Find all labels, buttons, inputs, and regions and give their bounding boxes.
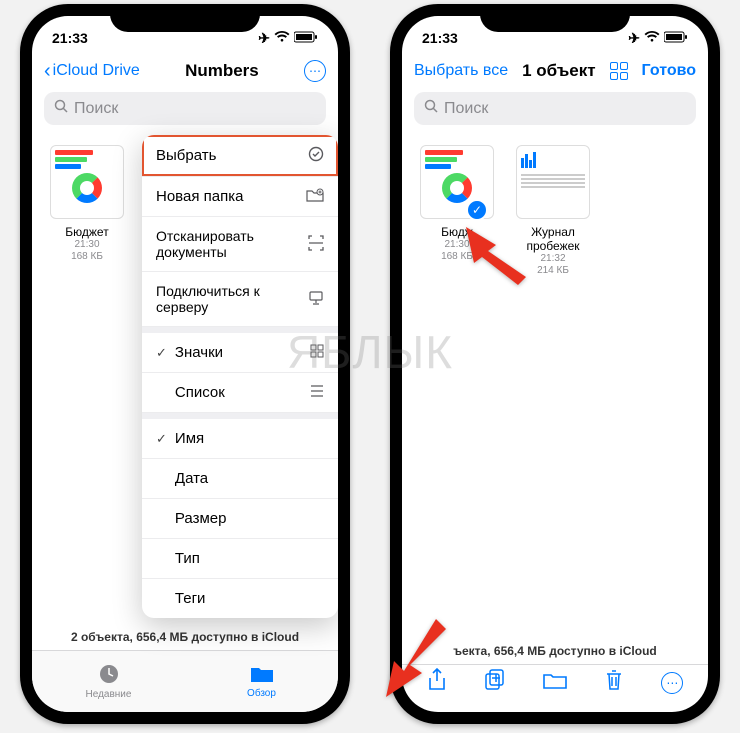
delete-button[interactable] <box>604 669 624 696</box>
wifi-icon <box>644 30 660 46</box>
file-item[interactable]: Бюджет 21:30 168 КБ <box>48 145 126 263</box>
grid-view-icon <box>310 344 324 361</box>
menu-new-folder[interactable]: Новая папка <box>142 177 338 217</box>
airplane-icon: ✈ <box>628 30 640 47</box>
nav-bar: ‹ iCloud Drive Numbers ⋯ <box>32 52 338 92</box>
notch <box>110 4 260 32</box>
search-icon <box>54 99 68 118</box>
battery-icon <box>294 30 318 46</box>
airplane-icon: ✈ <box>258 30 270 47</box>
view-toggle-button[interactable] <box>610 62 628 80</box>
tab-bar: Недавние Обзор <box>32 650 338 712</box>
search-icon <box>424 99 438 118</box>
checkmark-icon: ✓ <box>156 431 167 447</box>
menu-connect-server[interactable]: Подключиться к серверу <box>142 272 338 327</box>
back-button[interactable]: ‹ iCloud Drive <box>44 62 140 80</box>
nav-bar: Выбрать все 1 объект Готово <box>402 52 708 92</box>
annotation-arrow <box>466 227 536 292</box>
chevron-left-icon: ‹ <box>44 64 51 78</box>
status-icons: ✈ <box>628 30 688 47</box>
selected-checkmark-icon: ✓ <box>466 199 488 221</box>
file-time: 21:30 <box>48 239 126 251</box>
page-title: Numbers <box>185 61 259 81</box>
menu-sort-type[interactable]: ✓ Тип <box>142 539 338 579</box>
status-time: 21:33 <box>52 30 88 46</box>
folder-plus-icon <box>306 188 324 205</box>
menu-scan[interactable]: Отсканировать документы <box>142 217 338 272</box>
search-input[interactable]: Поиск <box>44 92 326 125</box>
status-time: 21:33 <box>422 30 458 46</box>
status-icons: ✈ <box>258 30 318 47</box>
tab-label: Недавние <box>86 689 132 700</box>
menu-sort-size[interactable]: ✓ Размер <box>142 499 338 539</box>
menu-view-icons[interactable]: ✓ Значки <box>142 333 338 373</box>
back-label: iCloud Drive <box>53 62 140 80</box>
annotation-arrow <box>366 619 456 704</box>
folder-icon <box>250 664 274 687</box>
menu-label: Новая папка <box>156 188 306 205</box>
file-name: Бюджет <box>48 225 126 239</box>
wifi-icon <box>274 30 290 46</box>
clock-icon <box>98 663 120 688</box>
select-all-label: Выбрать все <box>414 62 508 80</box>
file-thumbnail <box>516 145 590 219</box>
menu-label: Выбрать <box>156 147 308 164</box>
menu-label: Имя <box>175 430 324 447</box>
more-button[interactable]: ⋯ <box>661 672 683 694</box>
menu-select[interactable]: Выбрать <box>142 135 338 177</box>
file-size: 168 КБ <box>48 251 126 263</box>
ellipsis-icon: ⋯ <box>666 676 678 690</box>
battery-icon <box>664 30 688 46</box>
search-placeholder: Поиск <box>444 100 488 118</box>
menu-sort-name[interactable]: ✓ Имя <box>142 419 338 459</box>
search-input[interactable]: Поиск <box>414 92 696 125</box>
file-thumbnail <box>50 145 124 219</box>
phone-right: 21:33 ✈ Выбрать все 1 объект <box>390 4 720 724</box>
menu-label: Размер <box>175 510 324 527</box>
done-button[interactable]: Готово <box>642 62 696 80</box>
menu-label: Тип <box>175 550 324 567</box>
list-view-icon <box>310 384 324 401</box>
search-placeholder: Поиск <box>74 100 118 118</box>
select-all-button[interactable]: Выбрать все <box>414 62 508 80</box>
tab-recent[interactable]: Недавние <box>32 651 185 712</box>
ellipsis-icon: ⋯ <box>309 64 321 78</box>
more-button[interactable]: ⋯ <box>304 60 326 82</box>
menu-sort-date[interactable]: ✓ Дата <box>142 459 338 499</box>
storage-footer: 2 объекта, 656,4 МБ доступно в iCloud <box>32 624 338 650</box>
tab-browse[interactable]: Обзор <box>185 651 338 712</box>
menu-label: Теги <box>175 590 324 607</box>
menu-label: Отсканировать документы <box>156 228 308 260</box>
page-title: 1 объект <box>522 61 596 81</box>
menu-view-list[interactable]: ✓ Список <box>142 373 338 413</box>
menu-label: Список <box>175 384 310 401</box>
server-icon <box>308 290 324 309</box>
duplicate-button[interactable] <box>484 669 506 696</box>
notch <box>480 4 630 32</box>
menu-label: Значки <box>175 344 310 361</box>
move-button[interactable] <box>543 670 567 695</box>
context-menu: Выбрать Новая папка Отсканировать докуме… <box>142 135 338 618</box>
scan-icon <box>308 235 324 254</box>
phone-left: 21:33 ✈ ‹ iCloud Drive Numbers <box>20 4 350 724</box>
menu-sort-tags[interactable]: ✓ Теги <box>142 579 338 618</box>
select-circle-icon <box>308 146 324 165</box>
menu-label: Подключиться к серверу <box>156 283 308 315</box>
menu-label: Дата <box>175 470 324 487</box>
tab-label: Обзор <box>247 688 276 699</box>
checkmark-icon: ✓ <box>156 345 167 361</box>
